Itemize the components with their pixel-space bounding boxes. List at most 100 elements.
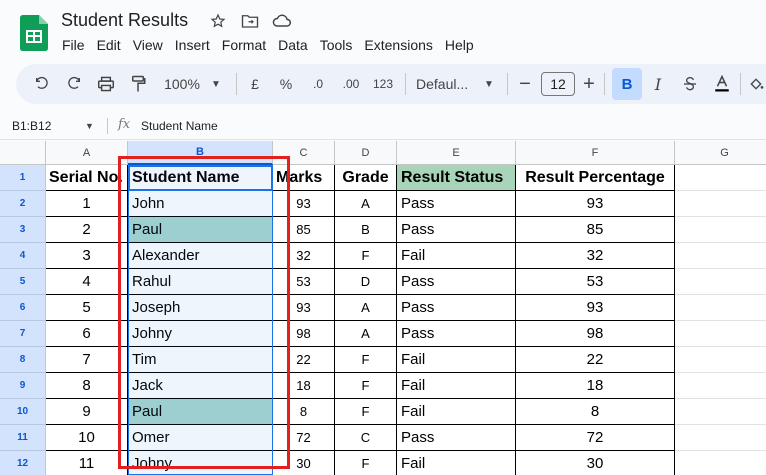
cell-empty[interactable] <box>675 347 766 373</box>
cell-status[interactable]: Fail <box>397 451 516 475</box>
cell-empty[interactable] <box>675 165 766 191</box>
cell-percentage[interactable]: 8 <box>516 399 675 425</box>
menu-extensions[interactable]: Extensions <box>358 36 438 54</box>
menu-format[interactable]: Format <box>216 36 272 54</box>
star-icon[interactable] <box>207 11 229 31</box>
zoom-select[interactable]: 100% <box>161 74 203 94</box>
cell-name[interactable]: Alexander <box>128 243 273 269</box>
cell-serial[interactable]: 1 <box>46 191 128 217</box>
cell-percentage[interactable]: 85 <box>516 217 675 243</box>
cell-status[interactable]: Pass <box>397 269 516 295</box>
cell-serial[interactable]: 9 <box>46 399 128 425</box>
cell-name[interactable]: Johny <box>128 321 273 347</box>
header-cell-name[interactable]: Student Name <box>128 165 273 191</box>
formula-input[interactable]: Student Name <box>141 119 218 133</box>
zoom-dropdown-icon[interactable]: ▼ <box>210 74 222 94</box>
cell-marks[interactable]: 22 <box>273 347 335 373</box>
cell-marks[interactable]: 98 <box>273 321 335 347</box>
column-header-e[interactable]: E <box>397 141 516 165</box>
cell-marks[interactable]: 32 <box>273 243 335 269</box>
cell-status[interactable]: Pass <box>397 217 516 243</box>
header-cell-marks[interactable]: Marks <box>273 165 335 191</box>
paint-format-icon[interactable] <box>128 74 148 94</box>
decrease-decimal-button[interactable]: .0 <box>306 74 330 94</box>
decrease-font-size-icon[interactable]: − <box>517 73 533 95</box>
cell-status[interactable]: Pass <box>397 321 516 347</box>
cell-serial[interactable]: 2 <box>46 217 128 243</box>
cell-empty[interactable] <box>675 217 766 243</box>
cell-grade[interactable]: C <box>335 425 397 451</box>
more-formats-button[interactable]: 123 <box>370 74 396 94</box>
column-header-a[interactable]: A <box>46 141 128 165</box>
header-cell-percentage[interactable]: Result Percentage <box>516 165 675 191</box>
cell-empty[interactable] <box>675 451 766 475</box>
strikethrough-icon[interactable] <box>680 74 700 94</box>
row-header[interactable]: 5 <box>0 269 46 295</box>
row-header[interactable]: 12 <box>0 451 46 475</box>
cell-status[interactable]: Pass <box>397 425 516 451</box>
cell-status[interactable]: Fail <box>397 243 516 269</box>
cell-empty[interactable] <box>675 399 766 425</box>
cell-empty[interactable] <box>675 269 766 295</box>
percent-format-button[interactable]: % <box>277 74 295 94</box>
header-cell-status[interactable]: Result Status <box>397 165 516 191</box>
cell-empty[interactable] <box>675 373 766 399</box>
row-header[interactable]: 3 <box>0 217 46 243</box>
row-header[interactable]: 8 <box>0 347 46 373</box>
cell-percentage[interactable]: 98 <box>516 321 675 347</box>
redo-icon[interactable] <box>64 74 84 94</box>
cell-serial[interactable]: 6 <box>46 321 128 347</box>
sheets-logo-icon[interactable] <box>20 15 48 51</box>
cell-percentage[interactable]: 53 <box>516 269 675 295</box>
cell-percentage[interactable]: 18 <box>516 373 675 399</box>
name-box[interactable]: B1:B12 <box>12 119 51 133</box>
cell-status[interactable]: Pass <box>397 191 516 217</box>
cell-serial[interactable]: 10 <box>46 425 128 451</box>
cell-percentage[interactable]: 32 <box>516 243 675 269</box>
cell-grade[interactable]: A <box>335 191 397 217</box>
font-size-input[interactable]: 12 <box>541 72 575 96</box>
italic-button[interactable]: I <box>649 74 667 94</box>
menu-view[interactable]: View <box>127 36 169 54</box>
cell-grade[interactable]: F <box>335 399 397 425</box>
cell-percentage[interactable]: 72 <box>516 425 675 451</box>
cell-name[interactable]: Paul <box>128 399 273 425</box>
cell-name[interactable]: Joseph <box>128 295 273 321</box>
cell-serial[interactable]: 11 <box>46 451 128 475</box>
cell-marks[interactable]: 72 <box>273 425 335 451</box>
select-all-corner[interactable] <box>0 141 46 165</box>
column-header-b[interactable]: B <box>128 141 273 165</box>
cell-empty[interactable] <box>675 321 766 347</box>
row-header[interactable]: 1 <box>0 165 46 191</box>
row-header[interactable]: 2 <box>0 191 46 217</box>
font-dropdown-icon[interactable]: ▼ <box>483 74 495 94</box>
cell-grade[interactable]: D <box>335 269 397 295</box>
fill-color-icon[interactable] <box>747 74 765 94</box>
print-icon[interactable] <box>95 74 117 94</box>
cell-name[interactable]: John <box>128 191 273 217</box>
menu-insert[interactable]: Insert <box>169 36 216 54</box>
cell-name[interactable]: Rahul <box>128 269 273 295</box>
column-header-d[interactable]: D <box>335 141 397 165</box>
row-header[interactable]: 4 <box>0 243 46 269</box>
cell-serial[interactable]: 5 <box>46 295 128 321</box>
row-header[interactable]: 6 <box>0 295 46 321</box>
cell-percentage[interactable]: 22 <box>516 347 675 373</box>
cell-name[interactable]: Tim <box>128 347 273 373</box>
font-select[interactable]: Defaul... <box>416 74 478 94</box>
document-title[interactable]: Student Results <box>61 10 188 31</box>
cell-status[interactable]: Fail <box>397 399 516 425</box>
text-color-icon[interactable] <box>712 74 732 94</box>
column-header-g[interactable]: G <box>675 141 766 165</box>
cell-grade[interactable]: F <box>335 243 397 269</box>
bold-button[interactable]: B <box>612 68 642 100</box>
column-header-f[interactable]: F <box>516 141 675 165</box>
cell-marks[interactable]: 8 <box>273 399 335 425</box>
header-cell-serial[interactable]: Serial No. <box>46 165 128 191</box>
cell-grade[interactable]: F <box>335 347 397 373</box>
menu-tools[interactable]: Tools <box>314 36 359 54</box>
cell-marks[interactable]: 30 <box>273 451 335 475</box>
row-header[interactable]: 11 <box>0 425 46 451</box>
cell-status[interactable]: Fail <box>397 347 516 373</box>
undo-icon[interactable] <box>32 74 52 94</box>
